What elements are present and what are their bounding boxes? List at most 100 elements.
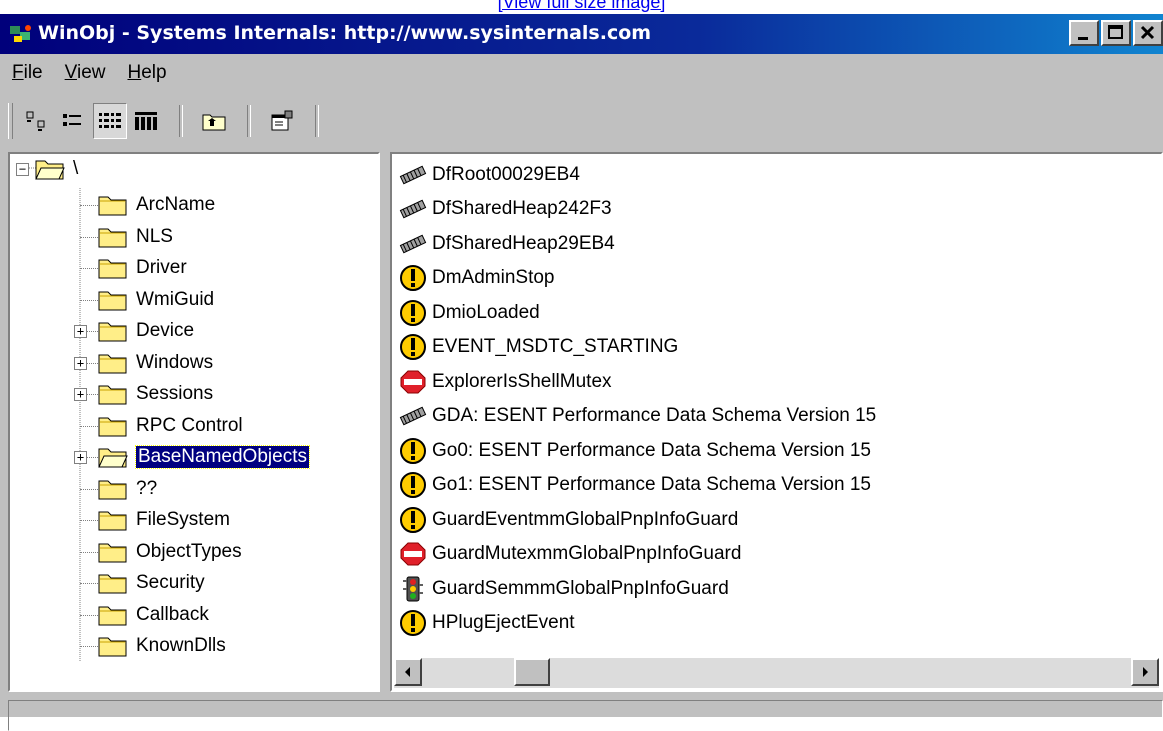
object-list-item[interactable]: GuardEventmmGlobalPnpInfoGuard (398, 503, 738, 536)
event-icon (398, 264, 428, 292)
tree-node-label: NLS (136, 225, 173, 247)
close-button[interactable] (1133, 20, 1163, 46)
tree-node-label: Sessions (136, 383, 214, 404)
winobj-window: WinObj - Systems Internals: http://www.s… (0, 14, 1163, 731)
object-list-item[interactable]: ExplorerIsShellMutex (398, 365, 612, 398)
tree-node[interactable]: WmiGuid (98, 285, 214, 315)
object-list-item[interactable]: HPlugEjectEvent (398, 607, 575, 640)
tree-node-root[interactable]: − \ (16, 154, 78, 184)
object-name: Go1: ESENT Performance Data Schema Versi… (432, 474, 871, 495)
folder-open-icon (35, 160, 65, 180)
tree-node-label: KnownDlls (136, 635, 226, 656)
object-name: DmioLoaded (432, 301, 540, 323)
object-list-item[interactable]: GDA: ESENT Performance Data Schema Versi… (398, 400, 876, 433)
mutex-stop-icon (398, 368, 428, 396)
scroll-thumb[interactable] (514, 658, 550, 686)
tree-expand-toggle[interactable]: + (74, 356, 87, 370)
toolbar-separator (247, 105, 251, 137)
small-icons-button[interactable] (57, 103, 91, 139)
horizontal-scrollbar[interactable] (394, 658, 1159, 688)
object-list-item[interactable]: Go0: ESENT Performance Data Schema Versi… (398, 434, 871, 467)
tree-node[interactable]: Device (98, 316, 194, 346)
object-list-item[interactable]: DfSharedHeap242F3 (398, 193, 612, 226)
tree-node[interactable]: Windows (98, 348, 213, 378)
object-list-item[interactable]: GuardMutexmmGlobalPnpInfoGuard (398, 538, 741, 571)
tree-node-label: \ (73, 158, 79, 179)
menu-help[interactable]: Help (115, 62, 176, 84)
tree-node-label: BaseNamedObjects (135, 445, 310, 469)
tree-collapse-toggle[interactable]: − (16, 162, 29, 176)
object-name: GDA: ESENT Performance Data Schema Versi… (432, 405, 877, 426)
namespace-tree[interactable]: − \ ArcName NLS Driver WmiGuid Device + Windows +… (8, 152, 380, 692)
tree-connector (80, 425, 98, 427)
view-full-size-link[interactable]: [View full size image] (0, 0, 1163, 13)
window-title: WinObj - Systems Internals: http://www.s… (38, 22, 652, 44)
folder-icon (98, 417, 127, 436)
tree-node-label: RPC Control (136, 414, 243, 436)
large-icons-icon (26, 111, 45, 131)
object-list-item[interactable]: DfSharedHeap29EB4 (398, 227, 615, 260)
properties-button[interactable] (265, 103, 299, 139)
tree-expand-toggle[interactable]: + (74, 388, 87, 401)
tree-node[interactable]: Callback (98, 600, 209, 630)
list-view-icon (99, 113, 121, 128)
object-name: GuardMutexmmGlobalPnpInfoGuard (432, 543, 742, 564)
tree-node-label: WmiGuid (136, 288, 215, 310)
object-list-item[interactable]: DmAdminStop (398, 262, 555, 295)
scroll-right-button[interactable] (1131, 658, 1159, 686)
object-list[interactable]: DfRoot00029EB4 DfSharedHeap242F3 DfSharedH… (390, 152, 1163, 692)
folder-icon (98, 637, 127, 657)
scroll-left-button[interactable] (394, 658, 422, 686)
tree-expand-toggle[interactable]: + (74, 325, 87, 338)
tree-node-label: Device (136, 320, 195, 341)
tree-node[interactable]: KnownDlls (98, 631, 226, 661)
tree-node[interactable]: Sessions (98, 379, 213, 409)
tree-node[interactable]: ObjectTypes (98, 537, 242, 567)
tree-node[interactable]: Security (98, 568, 205, 598)
tree-node[interactable]: RPC Control (98, 411, 243, 441)
tree-expand-toggle[interactable]: + (74, 451, 87, 464)
object-list-item[interactable]: DfRoot00029EB4 (398, 158, 580, 191)
object-list-item[interactable]: GuardSemmmGlobalPnpInfoGuard (398, 572, 729, 605)
tree-node-label: ObjectTypes (136, 540, 242, 562)
object-name: EVENT_MSDTC_STARTING (432, 336, 679, 357)
folder-icon (98, 291, 127, 310)
tree-node-label: ?? (136, 477, 158, 499)
list-view-button[interactable] (93, 103, 127, 139)
tree-node-label: Windows (136, 351, 214, 373)
up-folder-icon (202, 114, 226, 131)
up-one-level-button[interactable] (197, 103, 231, 139)
folder-icon (98, 511, 127, 531)
menu-file[interactable]: File (0, 62, 53, 84)
details-view-button[interactable] (129, 103, 163, 139)
folder-icon (98, 228, 127, 247)
event-icon (398, 506, 428, 534)
object-list-item[interactable]: EVENT_MSDTC_STARTING (398, 331, 678, 364)
object-name: GuardSemmmGlobalPnpInfoGuard (432, 577, 729, 599)
title-bar[interactable]: WinObj - Systems Internals: http://www.s… (0, 14, 1163, 54)
event-icon (398, 471, 428, 499)
winobj-app-icon (10, 25, 31, 42)
event-icon (398, 609, 428, 637)
memory-chip-icon (398, 161, 428, 189)
toolbar-grip[interactable] (8, 103, 13, 139)
tree-node-label: FileSystem (136, 509, 230, 530)
tree-node[interactable]: ArcName (98, 190, 215, 220)
tree-node-label: Callback (136, 603, 209, 625)
tree-node[interactable]: BaseNamedObjects (98, 442, 310, 472)
folder-icon (98, 574, 127, 594)
tree-node[interactable]: Driver (98, 253, 187, 283)
tree-node[interactable]: ?? (98, 474, 157, 504)
minimize-button[interactable] (1069, 20, 1099, 46)
semaphore-icon (398, 575, 428, 603)
large-icons-button[interactable] (21, 103, 55, 139)
maximize-icon (1108, 25, 1123, 39)
maximize-button[interactable] (1101, 20, 1131, 46)
properties-icon (271, 110, 293, 131)
tree-node[interactable]: NLS (98, 222, 173, 252)
object-list-item[interactable]: DmioLoaded (398, 296, 540, 329)
object-list-item[interactable]: Go1: ESENT Performance Data Schema Versi… (398, 469, 871, 502)
window-controls (1069, 20, 1163, 48)
menu-view[interactable]: View (53, 62, 116, 84)
tree-node[interactable]: FileSystem (98, 505, 230, 535)
